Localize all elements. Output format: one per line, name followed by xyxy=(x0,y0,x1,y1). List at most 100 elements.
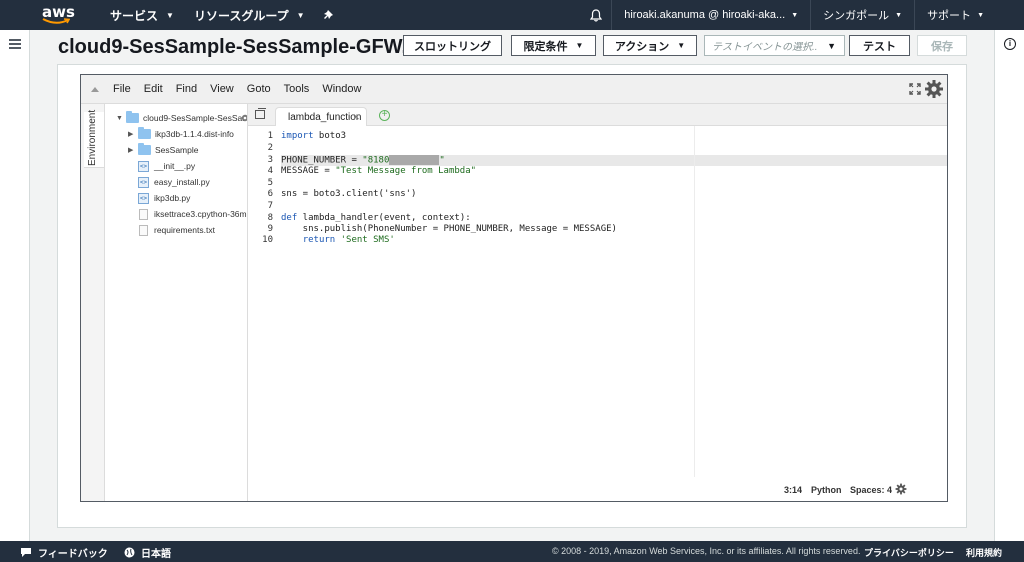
chevron-down-icon: ▼ xyxy=(895,11,903,19)
region-menu[interactable]: シンガポール ▼ xyxy=(811,7,914,23)
tab-list-icon[interactable] xyxy=(255,108,266,119)
support-menu[interactable]: サポート ▼ xyxy=(915,7,1024,23)
smile-arrow-icon xyxy=(42,18,70,24)
actions-label: アクション xyxy=(614,40,670,53)
globe-icon xyxy=(124,547,135,558)
cursor-position[interactable]: 3:14 xyxy=(784,485,802,495)
code-token: lambda_handler(event, context): xyxy=(297,213,471,223)
string-token: 'Sent SMS' xyxy=(335,235,395,245)
tab-lambda-function[interactable]: lambda_function ✕ xyxy=(275,107,367,126)
aws-logo[interactable]: aws xyxy=(22,0,92,30)
footer: フィードバック 日本語 © 2008 - 2019, Amazon Web Se… xyxy=(0,541,1024,562)
account-menu[interactable]: hiroaki.akanuma @ hiroaki-aka... ▼ xyxy=(612,9,810,21)
tree-root[interactable]: ▼ cloud9-SesSample-SesSamp xyxy=(116,111,248,125)
language-label: 日本語 xyxy=(141,549,171,560)
line-number: 6 xyxy=(267,189,273,199)
keyword-token: return xyxy=(302,235,336,245)
code-line: sns = boto3.client('sns') xyxy=(281,189,417,199)
line-number: 1 xyxy=(267,131,273,141)
code-token: boto3 xyxy=(313,131,347,141)
code-line: return 'Sent SMS' xyxy=(281,235,395,246)
collapse-triangle-icon[interactable] xyxy=(91,86,99,92)
code-editor: lambda_function ✕ + 1 2 3 4 5 6 7 8 9 10 xyxy=(248,104,947,501)
actions-button[interactable]: アクション ▼ xyxy=(603,35,697,56)
menu-edit[interactable]: Edit xyxy=(144,83,163,95)
language-selector[interactable]: 日本語 xyxy=(124,545,171,560)
tree-item-label: easy_install.py xyxy=(154,177,210,187)
indent-setting[interactable]: Spaces: 4 xyxy=(850,485,892,495)
file-icon xyxy=(139,224,148,236)
tree-item[interactable]: <> ikp3db.py xyxy=(138,191,190,205)
test-button[interactable]: テスト xyxy=(849,35,910,56)
gear-icon[interactable] xyxy=(240,113,248,123)
tree-item[interactable]: iksettrace3.cpython-36m xyxy=(138,207,247,221)
resource-groups-menu[interactable]: リソースグループ ▼ xyxy=(194,7,305,24)
menu-goto[interactable]: Goto xyxy=(247,83,271,95)
hamburger-menu-icon[interactable] xyxy=(9,39,21,51)
language-mode[interactable]: Python xyxy=(811,485,842,495)
line-number: 2 xyxy=(267,143,273,153)
speech-bubble-icon xyxy=(21,548,31,557)
environment-tab[interactable]: Environment xyxy=(84,109,104,168)
code-token: PHONE_NUMBER = xyxy=(281,155,363,166)
expanded-arrow-icon: ▼ xyxy=(116,114,123,122)
right-rail: i xyxy=(994,30,1024,541)
tree-item[interactable]: ▶ ikp3db-1.1.4.dist-info xyxy=(128,127,234,141)
qualifiers-button[interactable]: 限定条件 ▼ xyxy=(511,35,596,56)
ide-menubar: File Edit Find View Goto Tools Window xyxy=(81,75,947,104)
line-number: 7 xyxy=(267,201,273,211)
feedback-link[interactable]: フィードバック xyxy=(20,545,108,560)
menu-tools[interactable]: Tools xyxy=(284,83,310,95)
support-label: サポート xyxy=(927,10,972,22)
chevron-down-icon: ▼ xyxy=(296,10,305,20)
bell-icon xyxy=(590,8,603,22)
caret-down-icon: ▼ xyxy=(677,41,686,50)
tree-item[interactable]: ▶ SesSample xyxy=(128,143,198,157)
add-tab-icon[interactable]: + xyxy=(379,110,390,121)
feedback-label: フィードバック xyxy=(38,549,108,560)
tree-item-label: ikp3db.py xyxy=(154,193,191,203)
menu-window[interactable]: Window xyxy=(322,83,361,95)
file-icon xyxy=(139,208,148,220)
pin-button[interactable] xyxy=(323,9,335,21)
services-menu[interactable]: サービス ▼ xyxy=(110,7,174,24)
tree-item[interactable]: <> easy_install.py xyxy=(138,175,210,189)
code-line: MESSAGE = "Test Message from Lambda" xyxy=(281,166,476,177)
notifications-button[interactable] xyxy=(581,8,611,22)
menu-view[interactable]: View xyxy=(210,83,234,95)
python-file-icon: <> xyxy=(138,176,149,188)
save-label: 保存 xyxy=(931,40,953,53)
menu-file[interactable]: File xyxy=(113,83,131,95)
copyright-text: © 2008 - 2019, Amazon Web Services, Inc.… xyxy=(552,546,861,556)
gear-icon[interactable] xyxy=(924,79,944,99)
throttle-button[interactable]: スロットリング xyxy=(403,35,502,56)
code-line: import boto3 xyxy=(281,131,346,142)
code-area[interactable]: import boto3 PHONE_NUMBER = "8180 " MESSA… xyxy=(281,126,947,477)
test-label: テスト xyxy=(863,40,896,53)
close-icon[interactable]: ✕ xyxy=(352,112,360,123)
editor-tabbar: lambda_function ✕ + xyxy=(248,104,947,126)
save-button[interactable]: 保存 xyxy=(917,35,967,56)
tree-item-label: requirements.txt xyxy=(154,225,215,235)
code-line: def lambda_handler(event, context): xyxy=(281,213,471,224)
tree-item[interactable]: requirements.txt xyxy=(138,223,215,237)
test-event-select[interactable]: テストイベントの選択.. ▼ xyxy=(704,35,845,56)
caret-down-icon: ▼ xyxy=(827,40,836,51)
gear-icon[interactable] xyxy=(895,483,907,495)
throttle-label: スロットリング xyxy=(414,40,491,53)
privacy-policy-link[interactable]: プライバシーポリシー xyxy=(864,546,954,559)
environment-sidebar: Environment xyxy=(81,104,105,501)
tab-label: lambda_function xyxy=(288,111,362,123)
terms-link[interactable]: 利用規約 xyxy=(966,546,1002,559)
environment-tab-label: Environment xyxy=(87,109,98,166)
line-number-gutter: 1 2 3 4 5 6 7 8 9 10 xyxy=(248,126,281,477)
string-token: "8180 xyxy=(362,155,390,166)
info-icon[interactable]: i xyxy=(1004,38,1016,50)
editor-statusbar: 3:14 Python Spaces: 4 xyxy=(248,477,947,501)
fullscreen-icon[interactable] xyxy=(909,83,921,95)
qualifiers-label: 限定条件 xyxy=(523,40,568,53)
tree-item[interactable]: <> __init__.py xyxy=(138,159,195,173)
region-label: シンガポール xyxy=(823,10,890,22)
collapsed-arrow-icon: ▶ xyxy=(128,147,134,154)
menu-find[interactable]: Find xyxy=(176,83,197,95)
